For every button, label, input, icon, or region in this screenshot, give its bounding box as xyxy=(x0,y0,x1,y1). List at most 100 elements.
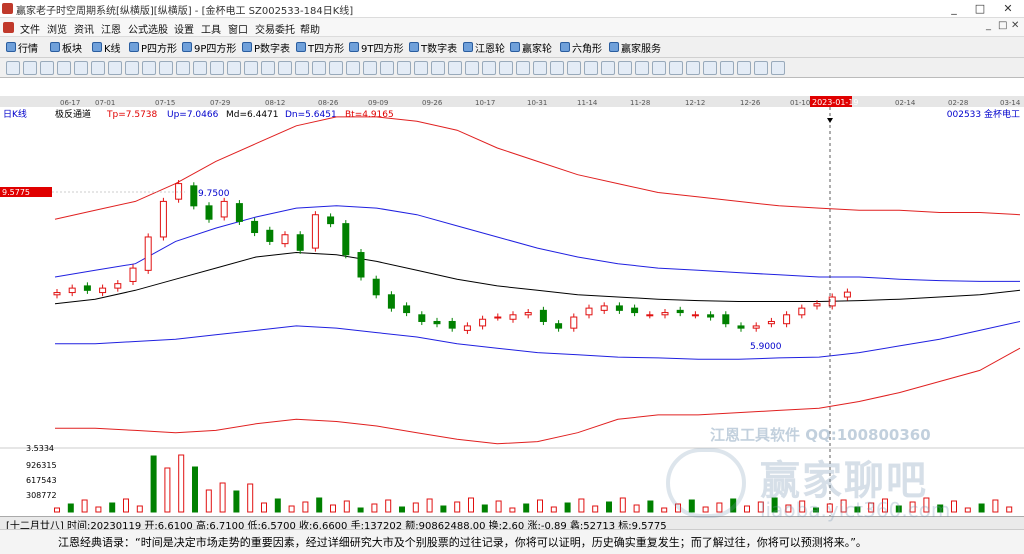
drawing-tool-button[interactable] xyxy=(584,61,598,75)
candle-body xyxy=(251,220,259,234)
menu-trade[interactable]: 交易委托 xyxy=(255,21,295,36)
toolbar-winner-wheel[interactable]: 赢家轮 xyxy=(510,40,552,55)
menu-help[interactable]: 帮助 xyxy=(300,21,320,36)
drawing-tool-button[interactable] xyxy=(227,61,241,75)
volume-bar xyxy=(426,498,433,513)
drawing-tool-button[interactable] xyxy=(108,61,122,75)
volume-bar xyxy=(895,505,902,513)
drawing-tool-button[interactable] xyxy=(23,61,37,75)
drawing-tool-button[interactable] xyxy=(533,61,547,75)
drawing-tool-button[interactable] xyxy=(329,61,343,75)
drawing-tool-button[interactable] xyxy=(244,61,258,75)
drawing-tool-button[interactable] xyxy=(482,61,496,75)
mdi-minimize-button[interactable]: _ xyxy=(986,20,991,31)
drawing-tool-button[interactable] xyxy=(125,61,139,75)
drawing-tool-button[interactable] xyxy=(57,61,71,75)
drawing-tool-button[interactable] xyxy=(346,61,360,75)
toolbar-label: K线 xyxy=(104,44,121,55)
band-line-dn xyxy=(55,321,1021,360)
date-tick-label: 09-09 xyxy=(368,99,388,107)
drawing-tool-button[interactable] xyxy=(193,61,207,75)
drawing-tool-button[interactable] xyxy=(431,61,445,75)
drawing-tool-button[interactable] xyxy=(142,61,156,75)
menu-formula[interactable]: 公式选股 xyxy=(128,21,168,36)
kline-chart[interactable]: 06-17 07-01 07-15 07-29 08-12 08-26 09-09 09-26… xyxy=(0,96,1024,516)
drawing-tool-button[interactable] xyxy=(720,61,734,75)
drawing-tool-button[interactable] xyxy=(278,61,292,75)
drawing-tool-button[interactable] xyxy=(6,61,20,75)
toolbar-p-square[interactable]: P四方形 xyxy=(129,40,177,55)
date-axis-bg xyxy=(0,96,1024,107)
drawing-tool-button[interactable] xyxy=(516,61,530,75)
menu-file[interactable]: 文件 xyxy=(20,21,40,36)
candle-body xyxy=(767,320,775,325)
drawing-tool-button[interactable] xyxy=(703,61,717,75)
drawing-tool-button[interactable] xyxy=(567,61,581,75)
toolbar-gann-wheel[interactable]: 江恩轮 xyxy=(463,40,505,55)
menu-gann[interactable]: 江恩 xyxy=(101,21,121,36)
drawing-tool-button[interactable] xyxy=(176,61,190,75)
drawing-tool-button[interactable] xyxy=(414,61,428,75)
drawing-tool-button[interactable] xyxy=(159,61,173,75)
p-table-icon xyxy=(242,42,252,52)
drawing-tool-button[interactable] xyxy=(380,61,394,75)
maximize-button[interactable]: □ xyxy=(966,0,994,18)
drawing-tool-button[interactable] xyxy=(40,61,54,75)
close-button[interactable]: ✕ xyxy=(994,0,1022,18)
volume-bar xyxy=(219,482,226,513)
date-tick-label: 03-14 xyxy=(1000,99,1021,107)
drawing-tool-button[interactable] xyxy=(312,61,326,75)
candle-body xyxy=(676,309,684,314)
toolbar-t-table[interactable]: T数字表 xyxy=(409,40,457,55)
toolbar-kline[interactable]: K线 xyxy=(92,40,121,55)
drawing-tool-button[interactable] xyxy=(652,61,666,75)
date-tick-label: 06-17 xyxy=(60,99,80,107)
drawing-tool-button[interactable] xyxy=(261,61,275,75)
volume-bar xyxy=(578,498,585,513)
toolbar-p-table[interactable]: P数字表 xyxy=(242,40,290,55)
mdi-close-button[interactable]: ✕ xyxy=(1011,20,1019,31)
toolbar-9p-square[interactable]: 9P四方形 xyxy=(182,40,236,55)
drawing-tool-button[interactable] xyxy=(295,61,309,75)
drawing-tool-button[interactable] xyxy=(771,61,785,75)
band-line-tp xyxy=(54,116,1021,220)
toolbar-service[interactable]: 赢家服务 xyxy=(609,40,661,55)
menu-settings[interactable]: 设置 xyxy=(174,21,194,36)
toolbar-hexagon[interactable]: 六角形 xyxy=(560,40,602,55)
menu-tools[interactable]: 工具 xyxy=(201,21,221,36)
drawing-tool-button[interactable] xyxy=(635,61,649,75)
period-label: 日K线 xyxy=(3,108,27,120)
toolbar-quote[interactable]: 行情 xyxy=(6,40,38,55)
menu-window[interactable]: 窗口 xyxy=(228,21,248,36)
drawing-tool-button[interactable] xyxy=(686,61,700,75)
drawing-tool-button[interactable] xyxy=(210,61,224,75)
menu-browse[interactable]: 浏览 xyxy=(47,21,67,36)
toolbar-sector[interactable]: 板块 xyxy=(50,40,82,55)
volume-bar xyxy=(150,455,157,513)
toolbar-label: 赢家服务 xyxy=(621,44,661,55)
volume-bar xyxy=(937,504,944,513)
drawing-tool-button[interactable] xyxy=(754,61,768,75)
drawing-tool-button[interactable] xyxy=(363,61,377,75)
candle-body xyxy=(418,314,426,322)
drawing-tool-button[interactable] xyxy=(499,61,513,75)
volume-bar xyxy=(371,503,378,513)
drawing-tool-button[interactable] xyxy=(737,61,751,75)
candle-body xyxy=(144,236,152,271)
drawing-tool-button[interactable] xyxy=(669,61,683,75)
volume-bar xyxy=(550,506,557,513)
drawing-tool-button[interactable] xyxy=(397,61,411,75)
drawing-tool-button[interactable] xyxy=(448,61,462,75)
minimize-button[interactable]: _ xyxy=(940,0,968,18)
drawing-tool-button[interactable] xyxy=(465,61,479,75)
volume-axis-label: 3.5334 xyxy=(26,444,54,453)
toolbar-t-square[interactable]: T四方形 xyxy=(296,40,344,55)
drawing-tool-button[interactable] xyxy=(550,61,564,75)
mdi-restore-button[interactable]: □ xyxy=(998,20,1007,31)
drawing-tool-button[interactable] xyxy=(74,61,88,75)
drawing-tool-button[interactable] xyxy=(91,61,105,75)
menu-info[interactable]: 资讯 xyxy=(74,21,94,36)
toolbar-9t-square[interactable]: 9T四方形 xyxy=(349,40,403,55)
drawing-tool-button[interactable] xyxy=(618,61,632,75)
drawing-tool-button[interactable] xyxy=(601,61,615,75)
